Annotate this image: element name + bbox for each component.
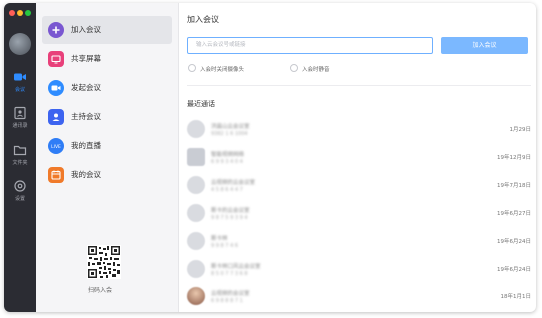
avatar xyxy=(187,176,205,194)
call-id: 6 9 8 8 8 7 1 xyxy=(211,298,243,304)
call-date: 19年7月18日 xyxy=(497,183,531,189)
avatar xyxy=(187,204,205,222)
call-name: 云视频的会议室 xyxy=(211,291,250,297)
avatar xyxy=(187,120,205,138)
avatar xyxy=(187,287,205,305)
menu-item-my-live[interactable]: LIVE 我的直播 xyxy=(42,132,172,160)
call-name: 斯卡林 xyxy=(211,236,228,242)
share-screen-icon xyxy=(48,51,64,67)
user-avatar[interactable] xyxy=(9,33,31,55)
rail-item-label: 设置 xyxy=(14,196,25,202)
call-date: 18年1月1日 xyxy=(500,294,532,300)
avatar xyxy=(187,232,205,250)
rail-item-label: 文件夹 xyxy=(12,160,28,166)
call-id: 8 5 0 7 7 3 6 8 xyxy=(211,271,248,277)
call-date: 19年6月27日 xyxy=(497,211,531,217)
avatar xyxy=(187,148,205,166)
recent-call-row[interactable]: 云视频的云会议室 4 5 8 6 4 4 7 19年7月18日 xyxy=(187,172,531,200)
call-date: 19年6月24日 xyxy=(497,267,531,273)
join-meeting-panel: 加入会议 输入云会议号或链接 加入会议 入会时关闭摄像头 入会时静音 最近通话 … xyxy=(178,3,536,312)
avatar xyxy=(187,260,205,278)
menu-item-label: 加入会议 xyxy=(71,25,101,34)
menu-item-my-meetings[interactable]: 我的会议 xyxy=(42,161,172,189)
calendar-icon xyxy=(48,167,64,183)
call-date: 1月29日 xyxy=(509,127,532,133)
live-icon: LIVE xyxy=(48,138,64,154)
left-rail: 会议 通讯录 文件夹 设置 xyxy=(4,3,36,312)
menu-item-label: 发起会议 xyxy=(71,83,101,92)
recent-call-row[interactable]: 洪晨山云会议室 9382 1 6 1004 1月29日 xyxy=(187,116,531,144)
call-date: 19年6月24日 xyxy=(497,239,531,245)
join-meeting-button[interactable]: 加入会议 xyxy=(441,37,528,54)
call-name: 斯卡的云会议室 xyxy=(211,208,250,214)
menu-item-label: 我的直播 xyxy=(71,141,101,150)
rail-item-label: 会议 xyxy=(14,87,25,93)
recent-call-row[interactable]: 斯卡的云会议室 9 8 7 5 9 3 9 4 19年6月27日 xyxy=(187,200,531,228)
call-date: 19年12月9日 xyxy=(497,155,531,161)
option-label: 入会时关闭摄像头 xyxy=(200,67,245,73)
call-id: 9382 1 6 1004 xyxy=(211,131,248,137)
rail-item-settings[interactable]: 设置 xyxy=(4,176,36,208)
call-name: 云视频的云会议室 xyxy=(211,180,256,186)
recent-call-row[interactable]: 智能视频网络 6 9 9 3 4 0 4 19年12月9日 xyxy=(187,144,531,172)
rail-item-meetings[interactable]: 会议 xyxy=(4,67,36,99)
page-title: 加入会议 xyxy=(187,15,219,24)
call-name: 洪晨山云会议室 xyxy=(211,124,250,130)
call-id: 9 8 7 5 9 3 9 4 xyxy=(211,215,248,221)
call-id: 9 9 8 7 4 6 xyxy=(211,243,239,249)
recent-call-row[interactable]: 云视频的会议室 6 9 8 8 8 7 1 18年1月1日 xyxy=(187,283,531,311)
recent-call-row[interactable]: 斯卡林 9 9 8 7 4 6 19年6月24日 xyxy=(187,228,531,256)
recent-calls-title: 最近通话 xyxy=(187,100,215,108)
qr-code-icon[interactable] xyxy=(87,245,121,279)
menu-item-host-meeting[interactable]: 主持会议 xyxy=(42,103,172,131)
camera-off-option[interactable]: 入会时关闭摄像头 xyxy=(188,64,244,73)
window-close-button[interactable] xyxy=(9,10,15,16)
call-name: 智能视频网络 xyxy=(211,152,245,158)
video-camera-icon xyxy=(14,73,26,81)
plus-icon xyxy=(48,22,64,38)
meeting-menu: 加入会议 共享屏幕 发起会议 主持会议 LIVE 我的直播 我的会议 扫码入会 xyxy=(36,3,179,312)
mute-option[interactable]: 入会时静音 xyxy=(290,64,330,73)
menu-item-start-meeting[interactable]: 发起会议 xyxy=(42,74,172,102)
svg-text:LIVE: LIVE xyxy=(51,144,61,150)
qr-code-label: 扫码入会 xyxy=(88,287,113,294)
menu-item-share-screen[interactable]: 共享屏幕 xyxy=(42,45,172,73)
folder-icon xyxy=(13,145,27,156)
rail-item-contacts[interactable]: 通讯录 xyxy=(4,103,36,135)
call-id: 4 5 8 6 4 4 7 xyxy=(211,187,243,193)
meeting-id-input[interactable]: 输入云会议号或链接 xyxy=(187,37,433,54)
contacts-book-icon xyxy=(14,106,26,120)
window-maximize-button[interactable] xyxy=(25,10,31,16)
option-label: 入会时静音 xyxy=(302,67,330,73)
menu-item-label: 共享屏幕 xyxy=(71,54,101,63)
menu-item-join-meeting[interactable]: 加入会议 xyxy=(42,16,172,44)
gear-icon xyxy=(14,180,26,192)
recent-call-row[interactable]: 斯卡林口风云会议室 8 5 0 7 7 3 6 8 19年6月24日 xyxy=(187,256,531,284)
app-window: 会议 通讯录 文件夹 设置 加入会议 共享屏幕 发起会议 主持会议 LIVE 我… xyxy=(4,3,536,312)
video-camera-icon xyxy=(48,80,64,96)
menu-item-label: 我的会议 xyxy=(71,170,101,179)
window-minimize-button[interactable] xyxy=(17,10,23,16)
menu-item-label: 主持会议 xyxy=(71,112,101,121)
radio-icon xyxy=(290,64,298,72)
rail-item-label: 通讯录 xyxy=(12,123,28,129)
rail-item-folder[interactable]: 文件夹 xyxy=(4,140,36,172)
call-id: 6 9 9 3 4 0 4 xyxy=(211,159,243,165)
call-name: 斯卡林口风云会议室 xyxy=(211,264,261,270)
divider xyxy=(187,85,531,86)
radio-icon xyxy=(188,64,196,72)
host-icon xyxy=(48,109,64,125)
